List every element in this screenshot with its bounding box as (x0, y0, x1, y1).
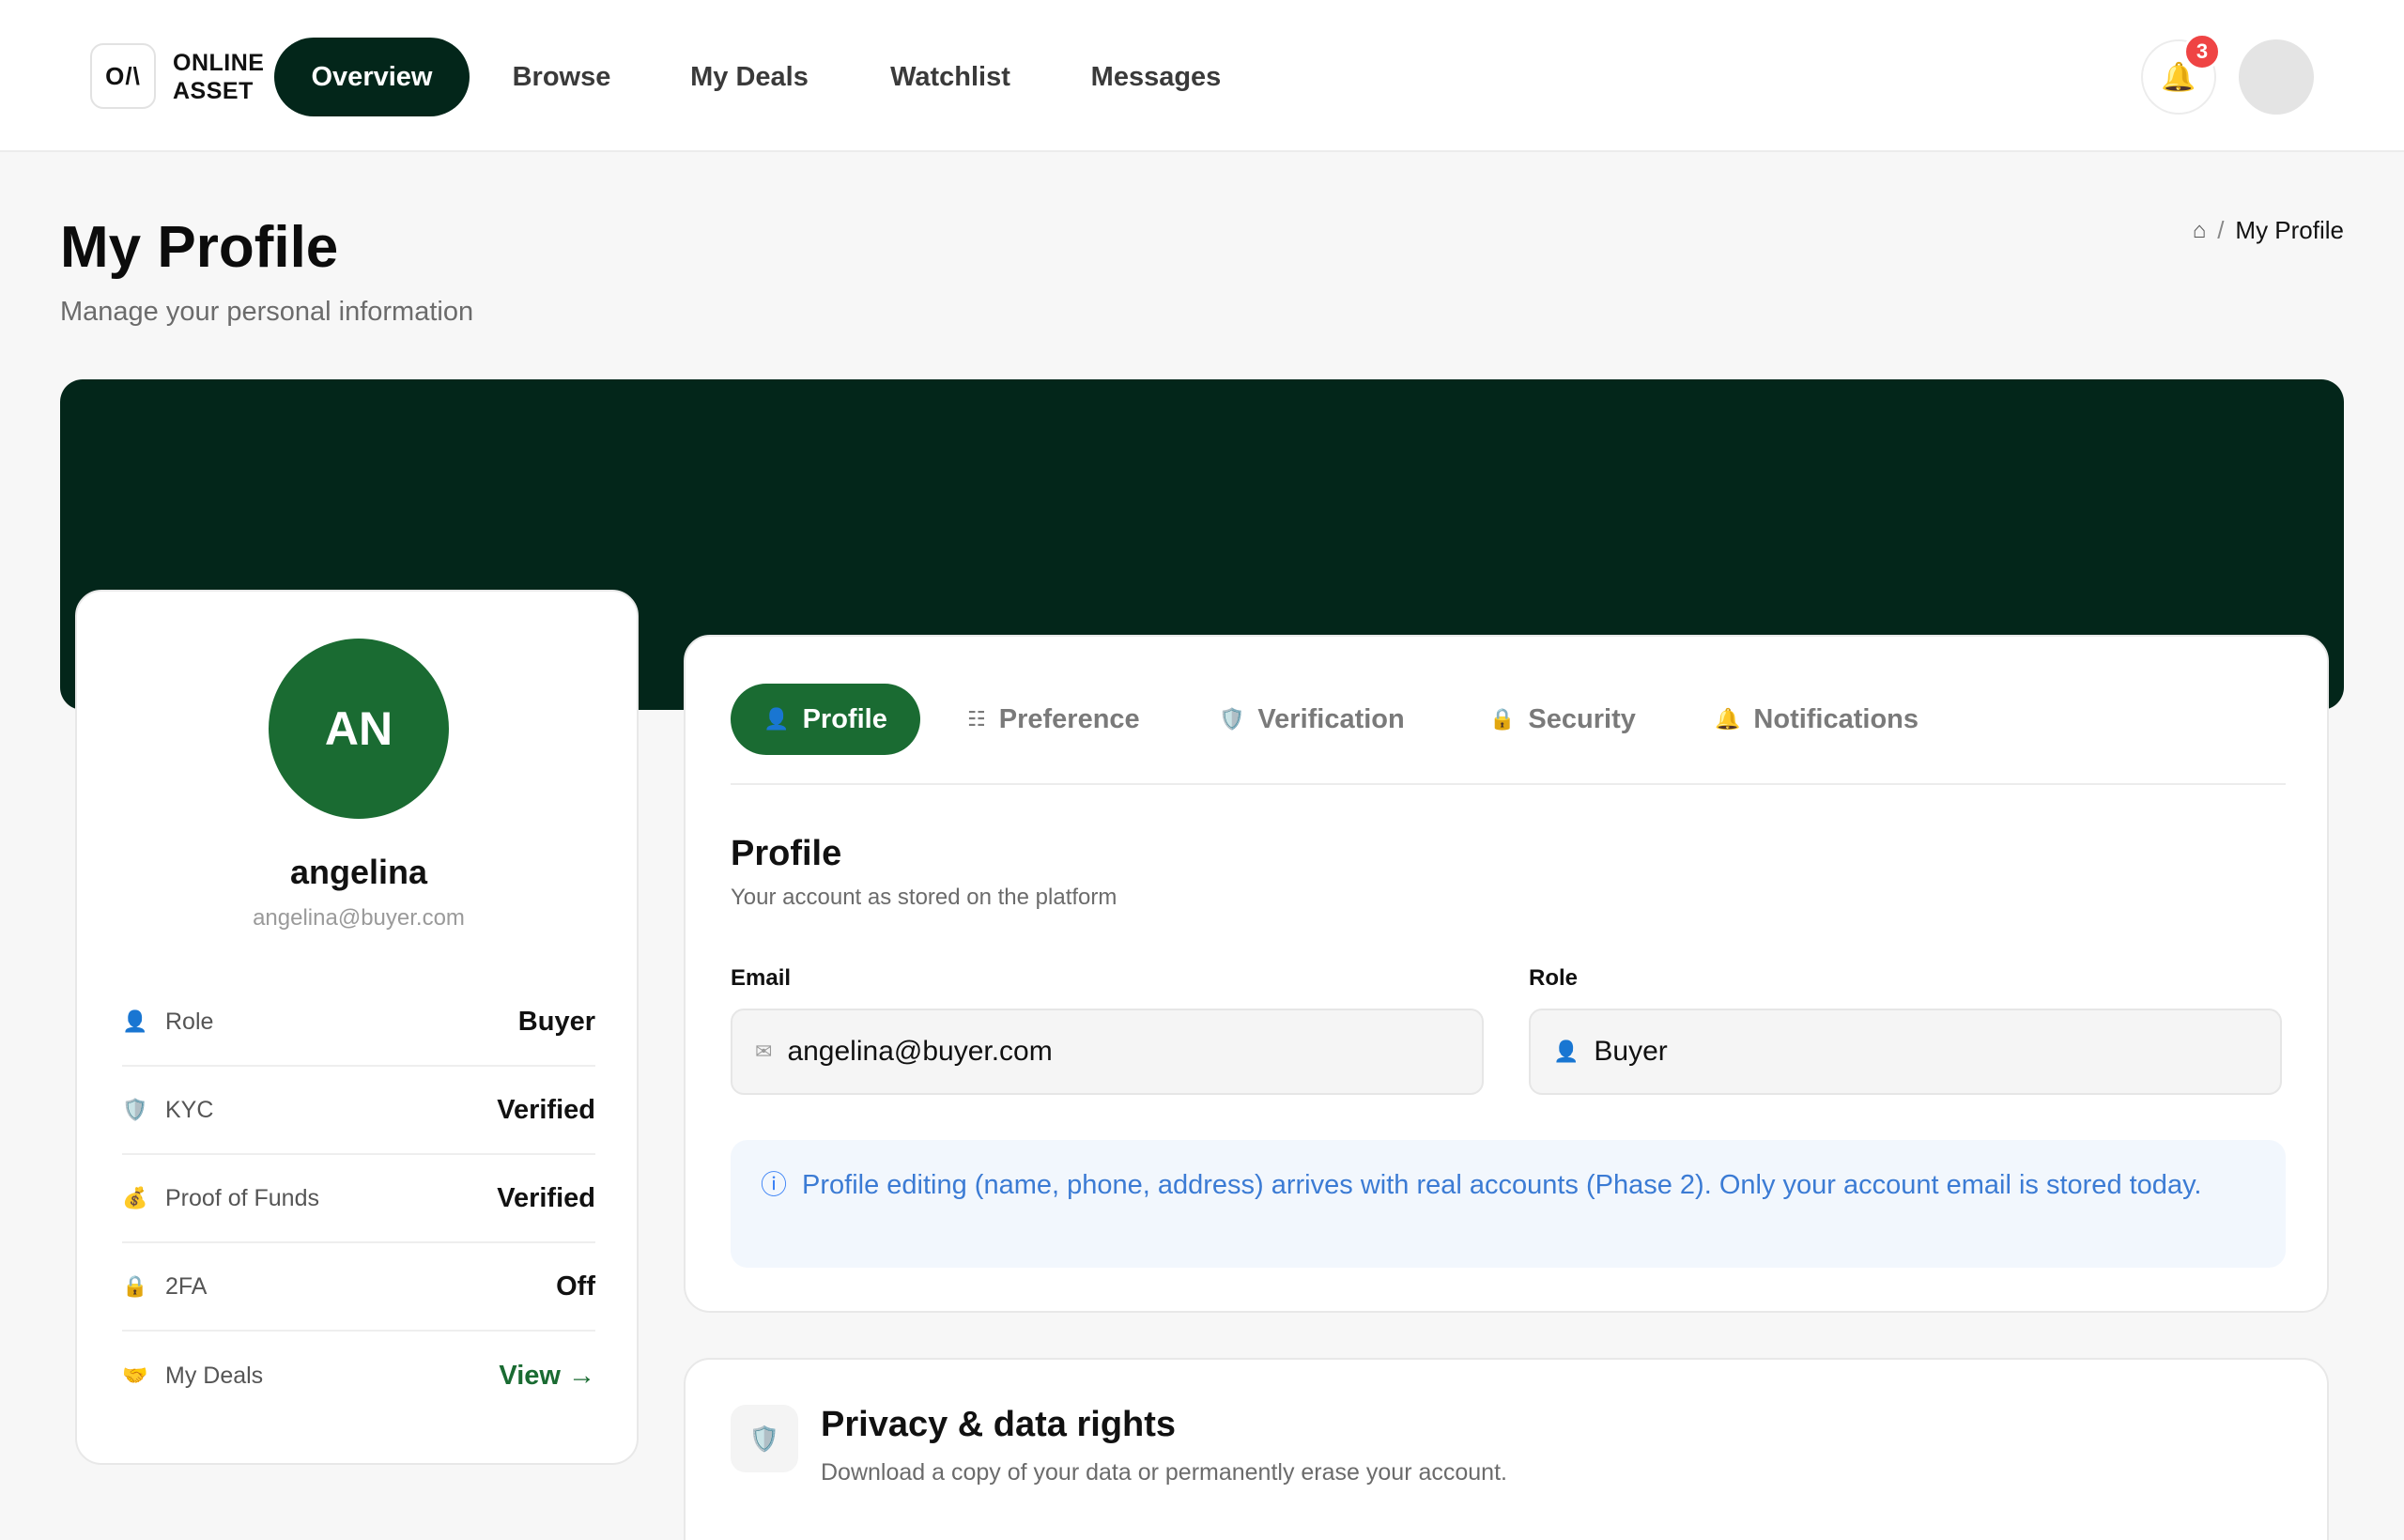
profile-avatar: AN (269, 639, 449, 819)
tab-label: Security (1528, 703, 1636, 734)
tab-verification[interactable]: 🛡️ Verification (1219, 684, 1405, 755)
user-icon: 👤 (1553, 1040, 1580, 1063)
role-label: Role (1529, 965, 1579, 991)
user-avatar[interactable] (2239, 39, 2314, 115)
user-icon: 👤 (122, 1009, 148, 1033)
info-value: Buyer (517, 1006, 595, 1037)
tab-label: Verification (1257, 703, 1405, 734)
privacy-subtitle: Download a copy of your data or permanen… (821, 1459, 1507, 1486)
info-label: Proof of Funds (165, 1184, 319, 1211)
nav-browse[interactable]: Browse (488, 38, 635, 116)
tab-label: Preference (998, 703, 1140, 734)
tab-profile[interactable]: 👤 Profile (731, 684, 920, 755)
notification-count-badge: 3 (2183, 33, 2221, 70)
info-row-2fa: 🔒 2FA Off (122, 1243, 595, 1332)
nav-messages[interactable]: Messages (1067, 38, 1245, 116)
breadcrumb-separator: / (2217, 216, 2225, 244)
nav-my-deals[interactable]: My Deals (669, 38, 830, 116)
email-field[interactable]: ✉ angelina@buyer.com (731, 1009, 1484, 1095)
profile-name: angelina (289, 853, 428, 891)
privacy-title: Privacy & data rights (821, 1405, 1177, 1444)
tab-security[interactable]: 🔒 Security (1489, 684, 1636, 755)
email-label: Email (731, 965, 792, 991)
logo-line-2: ASSET (173, 78, 254, 104)
info-label: Role (165, 1008, 214, 1035)
info-row-role: 👤 Role Buyer (122, 978, 595, 1067)
logo-text[interactable]: ONLINE ASSET (173, 49, 264, 105)
role-value: Buyer (1594, 1036, 1668, 1067)
tab-preference[interactable]: ☷ Preference (967, 684, 1140, 755)
tab-label: Notifications (1753, 703, 1919, 734)
page-title: My Profile (60, 215, 339, 280)
mail-icon: ✉ (755, 1040, 773, 1063)
logo-icon[interactable]: O/\ (90, 43, 156, 109)
nav-watchlist[interactable]: Watchlist (873, 38, 1027, 116)
profile-settings-card: 👤 Profile ☷ Preference 🛡️ Verification 🔒… (684, 635, 2329, 1313)
info-label: KYC (165, 1096, 214, 1123)
info-notice: ⓘ Profile editing (name, phone, address)… (731, 1140, 2286, 1268)
role-field[interactable]: 👤 Buyer (1529, 1009, 2282, 1095)
lock-icon: 🔒 (1489, 707, 1516, 731)
info-label: 2FA (165, 1272, 208, 1300)
privacy-card: 🛡️ Privacy & data rights Download a copy… (684, 1358, 2329, 1540)
section-title: Profile (731, 834, 842, 873)
tab-divider (731, 783, 2286, 785)
top-navbar: O/\ ONLINE ASSET Overview Browse My Deal… (0, 0, 2404, 152)
info-row-my-deals: 🤝 My Deals View → (122, 1332, 595, 1420)
view-deals-link[interactable]: View → (499, 1361, 595, 1392)
money-bag-icon: 💰 (122, 1186, 148, 1209)
info-row-kyc: 🛡️ KYC Verified (122, 1067, 595, 1155)
info-row-proof-of-funds: 💰 Proof of Funds Verified (122, 1155, 595, 1243)
handshake-icon: 🤝 (122, 1363, 148, 1387)
breadcrumb: ⌂ / My Profile (2193, 216, 2344, 245)
info-value: Verified (497, 1094, 595, 1125)
notice-text: Profile editing (name, phone, address) a… (802, 1170, 2202, 1200)
list-icon: ☷ (967, 707, 986, 731)
section-subtitle: Your account as stored on the platform (731, 885, 1117, 910)
info-icon: ⓘ (761, 1170, 788, 1199)
page-subtitle: Manage your personal information (60, 297, 474, 327)
tab-label: Profile (802, 703, 887, 734)
user-icon: 👤 (763, 707, 790, 731)
info-value: Verified (497, 1182, 595, 1213)
breadcrumb-current: My Profile (2235, 216, 2344, 244)
profile-summary-card: AN angelina angelina@buyer.com 👤 Role Bu… (75, 590, 639, 1465)
info-value: Off (556, 1270, 595, 1301)
tab-notifications[interactable]: 🔔 Notifications (1715, 684, 1919, 755)
logo-line-1: ONLINE (173, 50, 265, 76)
shield-icon: 🛡️ (1219, 707, 1245, 731)
email-value: angelina@buyer.com (787, 1036, 1053, 1067)
nav-overview[interactable]: Overview (274, 38, 470, 116)
shield-icon: 🛡️ (122, 1098, 148, 1121)
bell-icon: 🔔 (1715, 707, 1741, 731)
info-label: My Deals (165, 1362, 264, 1389)
home-icon[interactable]: ⌂ (2193, 218, 2207, 244)
profile-email: angelina@buyer.com (253, 905, 465, 931)
lock-icon: 🔒 (122, 1274, 148, 1298)
shield-icon: 🛡️ (731, 1405, 798, 1472)
